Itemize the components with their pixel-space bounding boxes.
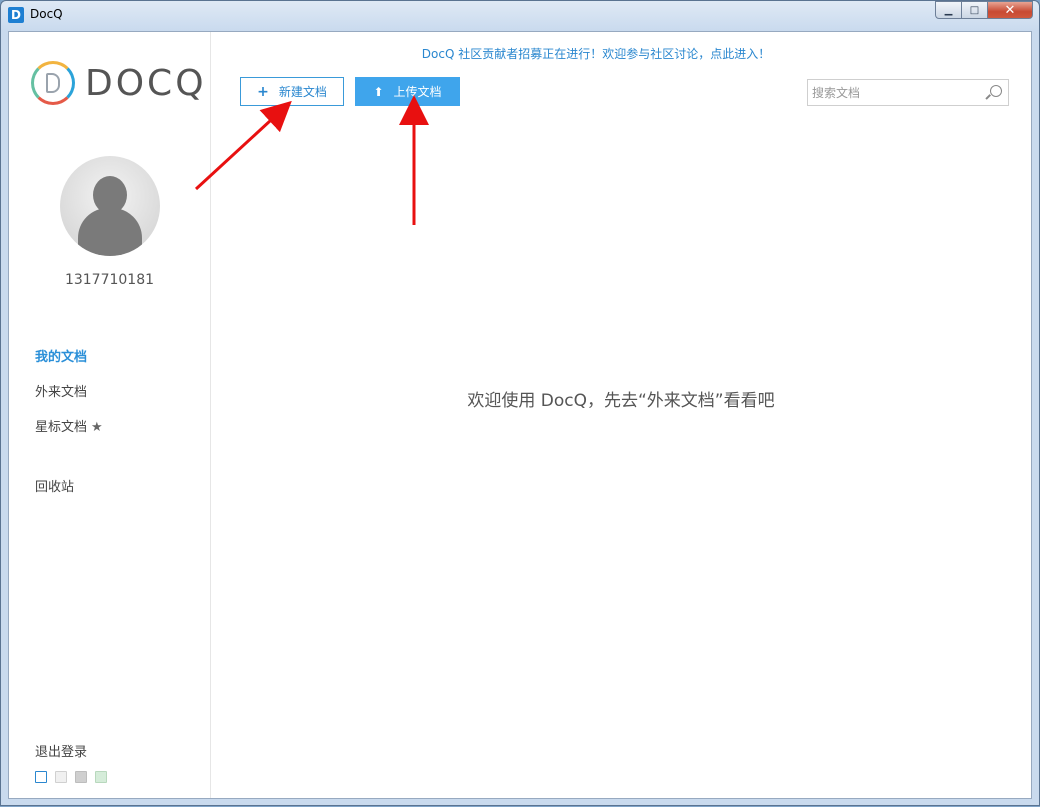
docq-logo: DOCQ [31,61,207,105]
plus-icon: + [257,83,269,100]
logo-text: DOCQ [85,62,207,104]
theme-swatch-white[interactable] [35,771,47,783]
community-notice-link[interactable]: DocQ 社区贡献者招募正在进行！欢迎参与社区讨论，点此进入！ [211,45,981,62]
search-input[interactable] [812,83,982,102]
upload-icon: ⬆ [373,84,384,99]
title-bar[interactable]: D DocQ ▁ □ ✕ [1,1,1039,31]
username: 1317710181 [64,272,155,288]
upload-document-label: 上传文档 [393,85,442,99]
sidebar: DOCQ 1317710181 我的文档 外来文档 星标文档 ★ 回收站 退出登录 [9,32,211,798]
theme-swatch-light-gray[interactable] [55,771,67,783]
minimize-icon: ▁ [944,4,953,16]
maximize-icon: □ [969,4,980,16]
search-box [807,79,1009,106]
new-document-label: 新建文档 [278,85,327,99]
close-icon: ✕ [1004,2,1016,18]
sidebar-item-my-docs[interactable]: 我的文档 [35,346,87,365]
sidebar-item-recycle-bin[interactable]: 回收站 [35,476,74,495]
main-content: DocQ 社区贡献者招募正在进行！欢迎参与社区讨论，点此进入！ + 新建文档 ⬆… [211,32,1031,798]
logo-icon [31,61,75,105]
search-icon[interactable] [990,85,1002,97]
maximize-button[interactable]: □ [962,1,988,19]
sidebar-item-label: 星标文档 [35,420,88,435]
window-controls: ▁ □ ✕ [935,1,1033,19]
close-button[interactable]: ✕ [988,1,1033,19]
theme-switcher [35,771,107,783]
star-icon: ★ [91,420,103,435]
app-window: D DocQ ▁ □ ✕ DOCQ 1317710181 我的文档 外来文档 星… [0,0,1040,806]
empty-state-message: 欢迎使用 DocQ，先去“外来文档”看看吧 [467,391,775,411]
client-area: DOCQ 1317710181 我的文档 外来文档 星标文档 ★ 回收站 退出登录… [8,31,1032,799]
avatar-body [78,208,142,256]
new-document-button[interactable]: + 新建文档 [240,77,344,106]
upload-document-button[interactable]: ⬆ 上传文档 [355,77,460,106]
app-icon: D [8,7,24,23]
window-title: DocQ [30,7,63,21]
theme-swatch-gray[interactable] [75,771,87,783]
theme-swatch-green[interactable] [95,771,107,783]
sidebar-item-starred-docs[interactable]: 星标文档 ★ [35,416,103,435]
minimize-button[interactable]: ▁ [935,1,962,19]
avatar[interactable] [60,156,160,256]
sidebar-item-external-docs[interactable]: 外来文档 [35,381,87,400]
logout-link[interactable]: 退出登录 [35,741,87,760]
